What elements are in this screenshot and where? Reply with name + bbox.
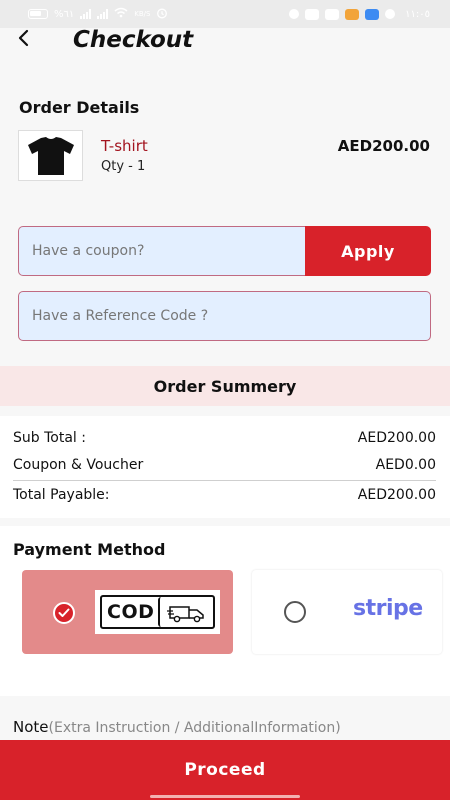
back-button[interactable] [14, 28, 38, 52]
total-payable-value: AED200.00 [357, 487, 436, 503]
cod-logo: COD [95, 590, 220, 634]
quantity-label: Qty - [101, 159, 137, 174]
home-indicator[interactable] [150, 795, 300, 798]
app-notification-icon [365, 8, 380, 20]
total-payable-row: Total Payable: AED200.00 [13, 487, 436, 503]
whatsapp-icon [385, 9, 396, 19]
coupon-voucher-label: Coupon & Voucher [13, 457, 144, 473]
order-details-heading: Order Details [19, 98, 140, 117]
payment-method-heading: Payment Method [13, 540, 166, 559]
product-name: T-shirt [101, 137, 148, 155]
note-field[interactable]: Note(Extra Instruction / AdditionalInfor… [13, 718, 341, 736]
reference-code-input[interactable] [18, 291, 431, 341]
subtotal-row: Sub Total : AED200.00 [13, 430, 436, 446]
apply-coupon-button[interactable]: Apply [305, 226, 431, 276]
product-quantity: Qty - 1 [101, 159, 145, 174]
stripe-logo: stripe [353, 596, 423, 621]
network-speed: KB/S [134, 10, 151, 18]
clock: ١١:٠٥ [405, 8, 430, 20]
tshirt-icon [27, 136, 74, 175]
payment-option-stripe[interactable]: stripe [252, 570, 442, 654]
youtube-icon [305, 8, 320, 20]
product-image [18, 130, 83, 181]
chevron-left-icon [18, 29, 29, 47]
notification-dot-icon [289, 9, 300, 19]
payment-option-cod[interactable]: COD [22, 570, 233, 654]
order-summary: Sub Total : AED200.00 Coupon & Voucher A… [0, 416, 450, 518]
coupon-voucher-row: Coupon & Voucher AED0.00 [13, 457, 436, 473]
coupon-input[interactable] [18, 226, 308, 276]
wifi-icon [114, 7, 128, 21]
signal-icon [80, 9, 92, 19]
order-summary-heading: Order Summery [0, 366, 450, 406]
battery-percent: %٦١ [54, 8, 75, 20]
alarm-icon [156, 7, 168, 22]
note-hint: (Extra Instruction / AdditionalInformati… [48, 720, 341, 736]
delivery-truck-icon [158, 597, 213, 627]
app-notification-icon [325, 8, 340, 20]
coupon-voucher-value: AED0.00 [375, 457, 436, 473]
app-notification-icon [345, 8, 360, 20]
quantity-value: 1 [136, 159, 146, 174]
radio-button[interactable] [284, 601, 306, 623]
product-price: AED200.00 [337, 137, 430, 155]
cod-label: COD [107, 601, 155, 623]
payment-method-section: Payment Method COD stripe [0, 526, 450, 696]
battery-icon [28, 9, 48, 19]
proceed-button[interactable]: Proceed [0, 740, 450, 800]
page-title: Checkout [73, 27, 194, 53]
signal-icon [97, 9, 109, 19]
subtotal-value: AED200.00 [357, 430, 436, 446]
note-label: Note [13, 718, 49, 736]
status-bar: %٦١ KB/S ١١:٠٥ [0, 0, 450, 28]
subtotal-label: Sub Total : [13, 430, 86, 446]
divider [13, 480, 436, 481]
checkmark-icon [53, 602, 75, 624]
total-payable-label: Total Payable: [13, 487, 110, 503]
